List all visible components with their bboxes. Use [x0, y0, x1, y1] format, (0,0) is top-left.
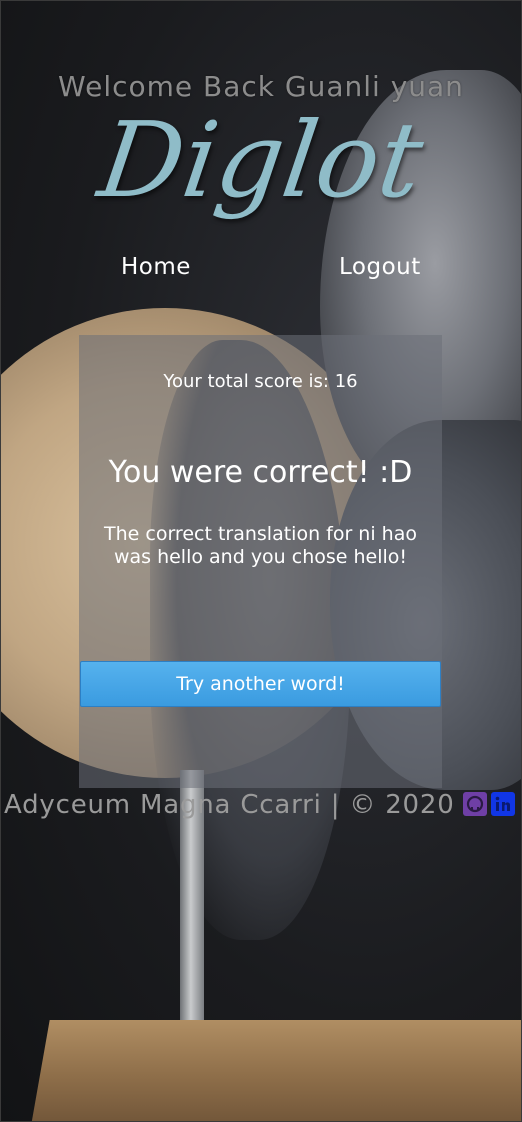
result-detail: The correct translation for ni hao was h… — [104, 523, 417, 568]
result-card: Your total score is: 16 You were correct… — [79, 335, 442, 788]
github-icon[interactable] — [463, 792, 487, 816]
try-another-word-button[interactable]: Try another word! — [80, 661, 441, 707]
app-logo: Diglot — [91, 99, 431, 221]
nav-home-link[interactable]: Home — [121, 254, 191, 280]
footer-copyright: Adyceum Magna Ccarri | © 2020 — [4, 790, 455, 820]
background-wooden-base — [30, 1020, 522, 1122]
result-title: You were correct! :D — [108, 455, 413, 490]
nav-logout-link[interactable]: Logout — [339, 254, 421, 280]
footer: Adyceum Magna Ccarri | © 2020 — [0, 790, 522, 826]
main-nav: Home Logout — [0, 254, 522, 286]
linkedin-icon[interactable] — [491, 792, 515, 816]
total-score: Your total score is: 16 — [163, 371, 358, 392]
